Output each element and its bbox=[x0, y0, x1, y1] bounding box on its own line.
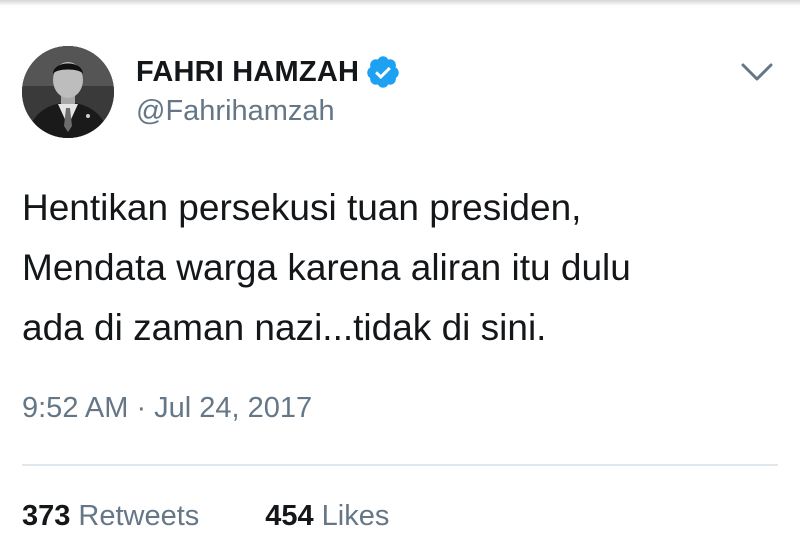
divider bbox=[22, 464, 778, 466]
retweets-label: Retweets bbox=[78, 500, 200, 532]
top-edge-shadow bbox=[0, 0, 800, 6]
retweets-count: 373 bbox=[22, 500, 71, 532]
tweet-text: Hentikan persekusi tuan presiden, Mendat… bbox=[22, 187, 631, 348]
tweet-timestamp[interactable]: 9:52 AM · Jul 24, 2017 bbox=[22, 392, 312, 425]
author-handle[interactable]: @Fahrihamzah bbox=[136, 95, 335, 128]
likes-count: 454 bbox=[265, 500, 314, 532]
chevron-down-icon bbox=[741, 63, 773, 81]
tweet-stats: 373 Retweets 454 Likes bbox=[22, 500, 455, 533]
tweet-menu-button[interactable] bbox=[732, 52, 782, 92]
likes-label: Likes bbox=[321, 500, 390, 532]
likes-stat[interactable]: 454 Likes bbox=[265, 500, 389, 533]
author-name-row[interactable]: FAHRI HAMZAH bbox=[136, 52, 401, 92]
profile-photo-icon bbox=[22, 46, 114, 138]
author-display-name[interactable]: FAHRI HAMZAH bbox=[136, 56, 359, 89]
avatar[interactable] bbox=[22, 46, 114, 138]
verified-badge-icon bbox=[365, 54, 401, 90]
retweets-stat[interactable]: 373 Retweets bbox=[22, 500, 199, 533]
